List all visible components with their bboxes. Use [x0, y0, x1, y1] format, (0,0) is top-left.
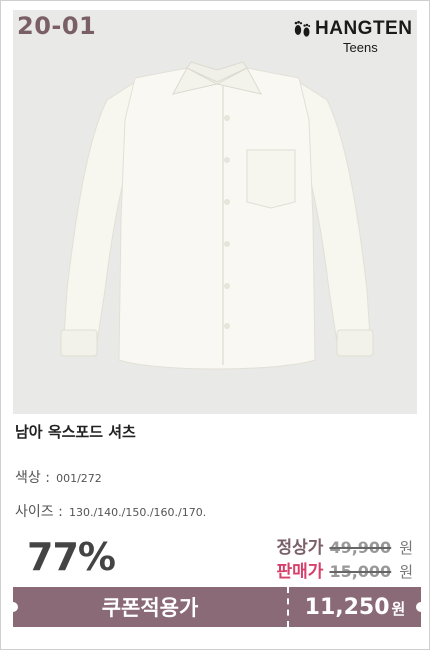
- sale-price-value: 15,000: [329, 562, 392, 581]
- ticket-notch-right: [416, 602, 426, 612]
- shirt-image: [60, 61, 374, 370]
- color-label: 색상 :: [15, 470, 50, 486]
- brand-logo: HANGTEN Teens: [291, 16, 412, 58]
- coupon-price-value: 11,250: [304, 595, 390, 620]
- sale-price-unit: 원: [399, 563, 413, 581]
- normal-price-label: 정상가: [276, 538, 324, 558]
- coupon-label: 쿠폰적용가: [101, 596, 199, 620]
- size-label: 사이즈 :: [15, 504, 63, 520]
- normal-price-row: 정상가 49,900 원: [276, 533, 413, 558]
- product-card[interactable]: 20-01 HANGTEN Teens 남아 옥스포드 셔츠 색상: 001/…: [0, 0, 430, 650]
- coupon-price-unit: 원: [391, 600, 406, 618]
- footprints-icon: [294, 20, 311, 37]
- product-code: 20-01: [17, 12, 97, 40]
- product-photo[interactable]: 20-01 HANGTEN Teens: [13, 10, 417, 414]
- brand-subline: Teens: [343, 40, 378, 55]
- sale-price-label: 판매가: [276, 562, 324, 582]
- size-value: 130./140./150./160./170.: [68, 506, 207, 519]
- color-value: 001/272: [56, 472, 102, 485]
- coupon-price: 11,250 원: [289, 587, 421, 627]
- brand-name: HANGTEN: [315, 18, 413, 39]
- color-spec: 색상 : 001/272: [15, 467, 102, 487]
- coupon-price-bar[interactable]: 쿠폰적용가 11,250 원: [8, 587, 426, 627]
- size-spec: 사이즈 : 130./140./150./160./170.: [15, 501, 206, 521]
- sale-price-row: 판매가 15,000 원: [276, 557, 413, 582]
- normal-price-unit: 원: [399, 539, 413, 557]
- ticket-notch-left: [8, 602, 18, 612]
- product-title: 남아 옥스포드 셔츠: [15, 423, 136, 441]
- discount-rate: 77%: [27, 535, 116, 579]
- normal-price-value: 49,900: [329, 538, 392, 557]
